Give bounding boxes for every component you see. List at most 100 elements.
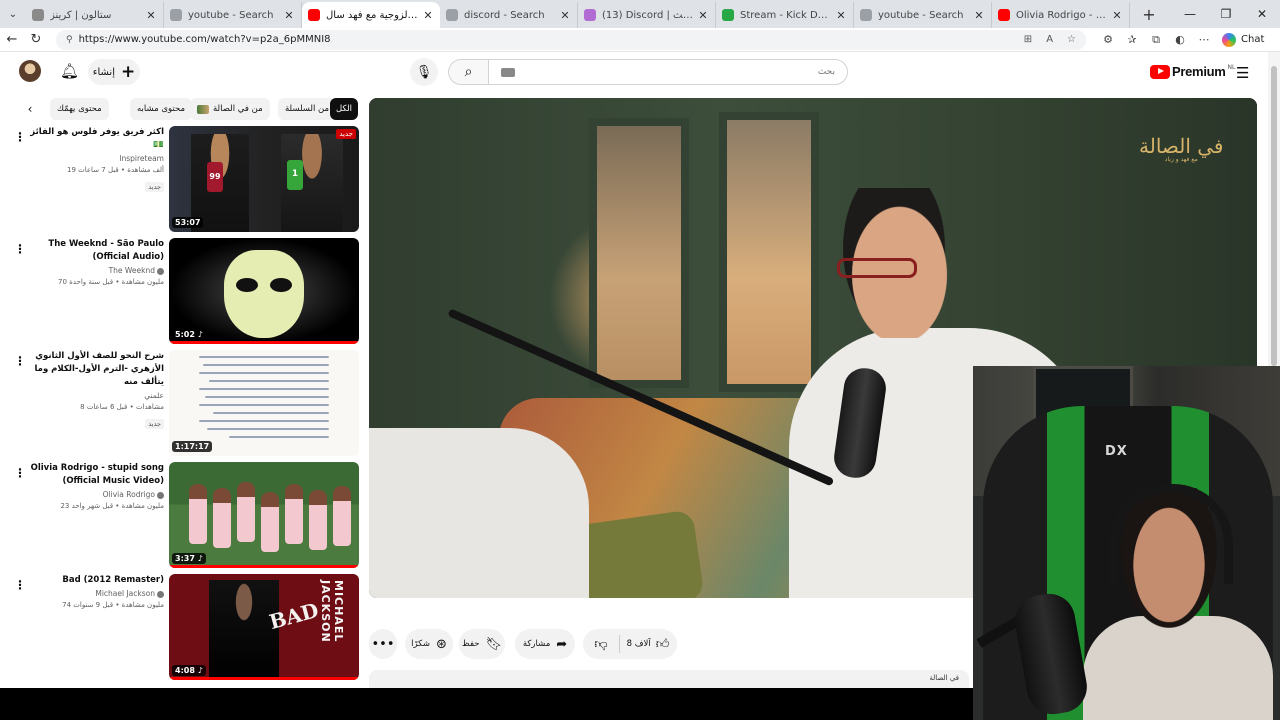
browser-tab[interactable]: Stream - Kick Dashboard ✕ <box>716 2 854 28</box>
thumbnail-new-tag: جديد <box>336 129 356 139</box>
tab-close-icon[interactable]: ✕ <box>559 9 571 22</box>
thumb-figure <box>309 490 327 550</box>
browser-tab[interactable]: (13) Discord | شوفها-بالبث# ✕ <box>578 2 716 28</box>
scrollbar-thumb[interactable] <box>1271 66 1277 366</box>
video-thumbnail[interactable]: BAD MICHAEL JACKSON 4:08 ♪ <box>169 574 359 680</box>
browser-tab[interactable]: المشاركة الزوجية مع فهد سال ✕ <box>302 2 440 28</box>
related-video-item[interactable]: ⋮ اكثر فريق يوفر فلوس هو الفائز 💵 Inspir… <box>0 126 362 234</box>
browser-tab[interactable]: youtube - Search ✕ <box>164 2 302 28</box>
chip-from-fi-al-sala[interactable]: من في الصالة <box>190 98 270 120</box>
extensions-puzzle-icon[interactable]: ⚙ <box>1096 33 1120 46</box>
description-box[interactable]: في الصالة <box>369 670 969 688</box>
browser-tab[interactable]: Olivia Rodrigo - stupid song ✕ <box>992 2 1130 28</box>
bottle-label: 99 <box>209 172 221 181</box>
thumb-bottle-red: 99 <box>207 162 223 192</box>
channel-name[interactable]: The Weeknd <box>30 266 164 275</box>
youtube-premium-logo[interactable]: Premium NL <box>1150 64 1235 79</box>
more-actions-icon[interactable]: ⋮ <box>14 242 26 256</box>
related-video-item[interactable]: ⋮ Olivia Rodrigo - stupid song (Official… <box>0 462 362 570</box>
search-input[interactable] <box>535 67 835 77</box>
related-video-item[interactable]: ⋮ شرح النحو للصف الأول الثانوي الأزهري -… <box>0 350 362 458</box>
channel-name[interactable]: Inspireteam <box>30 154 164 163</box>
collections-icon[interactable]: ⧉ <box>1144 33 1168 47</box>
channel-label: Michael Jackson <box>95 589 155 598</box>
back-arrow-icon[interactable]: ← <box>0 32 24 47</box>
video-title[interactable]: The Weeknd - São Paulo (Official Audio) <box>30 238 164 264</box>
video-thumbnail[interactable]: 5:02 ♪ <box>169 238 359 344</box>
new-tab-plus-icon[interactable]: + <box>1136 5 1162 24</box>
read-aloud-icon[interactable]: A <box>1046 34 1053 45</box>
maximize-icon[interactable]: ❐ <box>1208 0 1244 28</box>
video-thumbnail[interactable]: 99 1 جديد 53:07 <box>169 126 359 232</box>
video-title[interactable]: Olivia Rodrigo - stupid song (Official M… <box>30 462 164 488</box>
chip-related[interactable]: محتوى مشابه <box>130 98 192 120</box>
tab-close-icon[interactable]: ✕ <box>145 9 157 22</box>
chip-for-you[interactable]: محتوى يهمّك <box>50 98 109 120</box>
browser-tab[interactable]: ستالون | كرينز ✕ <box>26 2 164 28</box>
video-thumbnail[interactable]: 3:37 ♪ <box>169 462 359 568</box>
favorite-star-icon[interactable]: ☆ <box>1067 34 1076 45</box>
channel-name[interactable]: علمني <box>30 391 164 400</box>
thanks-button[interactable]: شكرًا ⊛ <box>405 629 453 659</box>
logo-text: Premium <box>1172 64 1226 79</box>
create-button[interactable]: إنشاء + <box>88 59 140 85</box>
tab-close-icon[interactable]: ✕ <box>1111 9 1123 22</box>
video-title[interactable]: اكثر فريق يوفر فلوس هو الفائز 💵 <box>30 126 164 152</box>
chip-from-series[interactable]: من السلسلة <box>278 98 337 120</box>
tab-close-icon[interactable]: ✕ <box>835 9 847 22</box>
favorites-icon[interactable]: ✰ <box>1120 33 1144 46</box>
video-title[interactable]: شرح النحو للصف الأول الثانوي الأزهري -ال… <box>30 350 164 389</box>
more-actions-icon[interactable]: ⋮ <box>14 578 26 592</box>
url-field[interactable]: ⚲ https://www.youtube.com/watch?v=p2a_6p… <box>56 29 1086 50</box>
related-video-item[interactable]: ⋮ The Weeknd - São Paulo (Official Audio… <box>0 238 362 346</box>
browser-tab[interactable]: discord - Search ✕ <box>440 2 578 28</box>
guide-menu-icon[interactable]: ☰ <box>1236 64 1249 82</box>
tab-list-chevron-icon[interactable]: ⌄ <box>0 0 26 28</box>
search-button[interactable]: ⌕ <box>448 59 488 85</box>
like-button[interactable]: 8 آلاف 👍︎ <box>620 629 676 659</box>
reload-icon[interactable]: ↻ <box>24 32 48 47</box>
share-button[interactable]: مشاركة ➦ <box>515 629 575 659</box>
chip-all[interactable]: الكل <box>330 98 358 120</box>
tab-close-icon[interactable]: ✕ <box>422 9 434 22</box>
save-button[interactable]: حفظ 🔖︎ <box>459 629 505 659</box>
tab-close-icon[interactable]: ✕ <box>973 9 985 22</box>
video-title[interactable]: Bad (2012 Remaster) <box>30 574 164 587</box>
site-info-icon[interactable]: ⚲ <box>66 35 73 45</box>
mask-eye <box>270 278 292 292</box>
chips-scroll-left-icon[interactable]: ‹ <box>20 98 40 120</box>
copilot-icon <box>1222 32 1236 47</box>
create-label: إنشاء <box>92 66 115 78</box>
copilot-chat-button[interactable]: Chat <box>1222 32 1264 47</box>
notifications-bell-icon[interactable]: 🔔︎ <box>60 62 79 80</box>
video-thumbnail[interactable]: 1:17:17 <box>169 350 359 456</box>
tab-close-icon[interactable]: ✕ <box>283 9 295 22</box>
more-actions-icon[interactable]: ⋮ <box>14 354 26 368</box>
keyboard-icon[interactable] <box>501 67 515 77</box>
more-actions-icon[interactable]: ⋮ <box>14 130 26 144</box>
video-stats: 74 مليون مشاهدة • قبل 9 سنوات <box>62 601 164 609</box>
tab-title: Stream - Kick Dashboard <box>740 9 831 21</box>
close-window-icon[interactable]: ✕ <box>1244 0 1280 28</box>
split-screen-icon[interactable]: ⊞ <box>1024 34 1032 45</box>
tab-close-icon[interactable]: ✕ <box>697 9 709 22</box>
bookmark-icon: 🔖︎ <box>485 636 503 652</box>
profile-icon[interactable]: ◐ <box>1168 33 1192 46</box>
browser-tab[interactable]: youtube - Search ✕ <box>854 2 992 28</box>
related-video-item[interactable]: ⋮ Bad (2012 Remaster) Michael Jackson 74… <box>0 574 362 682</box>
search-field[interactable] <box>488 59 848 85</box>
tab-title: youtube - Search <box>188 9 274 21</box>
browser-menu-icon[interactable]: ⋯ <box>1192 33 1216 46</box>
channel-name[interactable]: Michael Jackson <box>30 589 164 598</box>
more-actions-icon[interactable]: ⋮ <box>14 466 26 480</box>
address-bar: ← ↻ ⚲ https://www.youtube.com/watch?v=p2… <box>0 28 1280 52</box>
more-actions-button[interactable]: ••• <box>369 629 397 659</box>
tab-list: ستالون | كرينز✕youtube - Search✕المشاركة… <box>26 0 1130 28</box>
account-avatar[interactable] <box>19 60 41 82</box>
dislike-button[interactable]: 👎︎ <box>583 629 619 659</box>
streamer-webcam-overlay: DX <box>973 366 1280 720</box>
channel-name[interactable]: Olivia Rodrigo <box>30 490 164 499</box>
more-horizontal-icon: ••• <box>371 636 395 652</box>
voice-search-mic-icon[interactable]: 🎙︎ <box>410 58 438 86</box>
minimize-icon[interactable]: — <box>1172 0 1208 28</box>
